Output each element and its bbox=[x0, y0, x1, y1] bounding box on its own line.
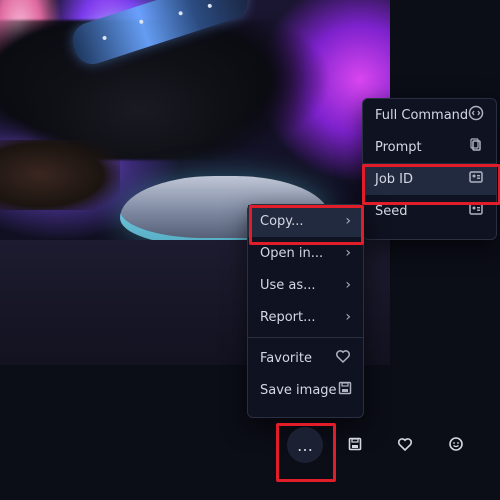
submenu-item-seed[interactable]: Seed bbox=[363, 195, 496, 227]
id-card-icon bbox=[468, 169, 484, 189]
menu-item-label: Open in... bbox=[260, 245, 324, 261]
submenu-item-job-id[interactable]: Job ID bbox=[363, 163, 496, 195]
menu-item-label: Favorite bbox=[260, 350, 312, 366]
collar-dot bbox=[207, 3, 213, 9]
menu-item-label: Copy... bbox=[260, 213, 304, 229]
copy-submenu: Full Command Prompt Job ID Seed bbox=[362, 98, 497, 240]
save-icon bbox=[337, 380, 353, 400]
id-card-icon bbox=[468, 201, 484, 221]
dog-paw bbox=[0, 140, 120, 210]
save-icon bbox=[347, 436, 363, 456]
menu-item-save-image[interactable]: Save image bbox=[248, 374, 363, 406]
menu-item-use-as[interactable]: Use as... › bbox=[248, 269, 363, 301]
ellipsis-icon: … bbox=[297, 435, 313, 455]
more-options-button[interactable]: … bbox=[287, 427, 323, 463]
image-context-menu: Copy... › Open in... › Use as... › Repor… bbox=[247, 204, 364, 418]
menu-item-label: Use as... bbox=[260, 277, 316, 293]
menu-item-label: Save image bbox=[260, 382, 337, 398]
heart-icon bbox=[335, 348, 351, 368]
heart-icon bbox=[397, 436, 413, 456]
menu-item-copy[interactable]: Copy... › bbox=[248, 205, 363, 237]
submenu-item-full-command[interactable]: Full Command bbox=[363, 99, 496, 131]
chevron-right-icon: › bbox=[345, 277, 351, 293]
menu-item-favorite[interactable]: Favorite bbox=[248, 342, 363, 374]
chevron-right-icon: › bbox=[345, 213, 351, 229]
menu-item-open-in[interactable]: Open in... › bbox=[248, 237, 363, 269]
copy-icon bbox=[468, 137, 484, 157]
menu-item-label: Report... bbox=[260, 309, 316, 325]
chevron-right-icon: › bbox=[345, 309, 351, 325]
submenu-item-label: Seed bbox=[375, 203, 408, 219]
favorite-button[interactable] bbox=[393, 436, 417, 456]
submenu-item-prompt[interactable]: Prompt bbox=[363, 131, 496, 163]
submenu-item-label: Prompt bbox=[375, 139, 422, 155]
menu-divider bbox=[248, 337, 363, 338]
react-button[interactable] bbox=[444, 436, 468, 456]
submenu-item-label: Full Command bbox=[375, 107, 469, 123]
smile-icon bbox=[448, 436, 464, 456]
code-icon bbox=[468, 105, 484, 125]
chevron-right-icon: › bbox=[345, 245, 351, 261]
dog-fur bbox=[0, 20, 360, 160]
collar-dot bbox=[102, 35, 108, 41]
menu-item-report[interactable]: Report... › bbox=[248, 301, 363, 333]
collar-dot bbox=[138, 19, 144, 25]
submenu-item-label: Job ID bbox=[375, 171, 414, 187]
save-button[interactable] bbox=[343, 436, 367, 456]
collar-dot bbox=[178, 10, 184, 16]
